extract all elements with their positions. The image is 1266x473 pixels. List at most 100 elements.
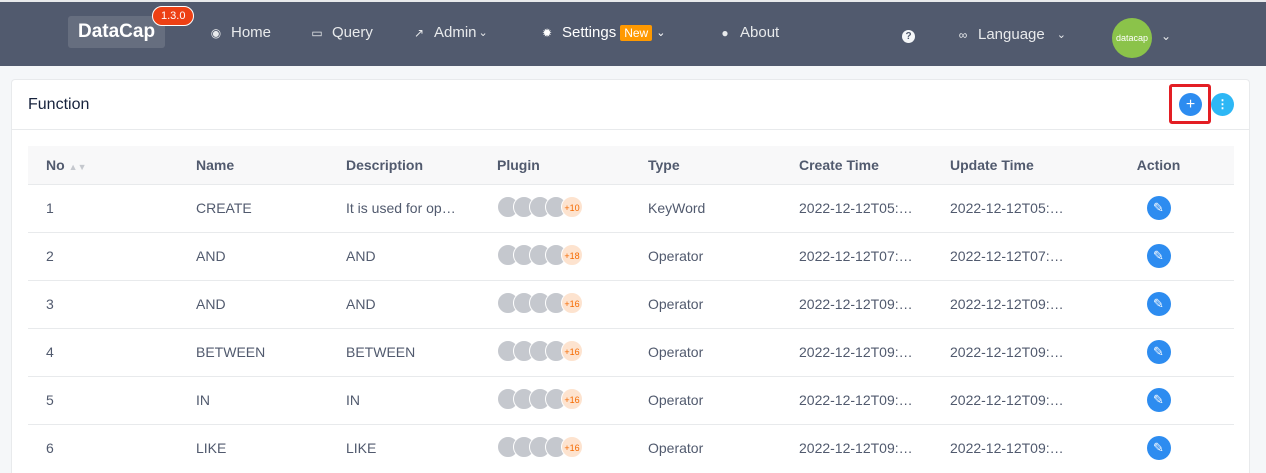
column-header-description: Description [346, 156, 424, 173]
cell-plugin: +10 [479, 184, 630, 232]
edit-icon[interactable]: ✎ [1146, 196, 1171, 220]
cell-update-time: 2022-12-12T09:… [950, 392, 1064, 408]
function-card: Function + ⋮ No ▲▼ Name Description Plugi… [11, 79, 1250, 473]
nav-admin-label: Admin [434, 24, 477, 41]
avatar[interactable]: datacap [1112, 18, 1152, 58]
column-header-no[interactable]: No ▲▼ [28, 146, 178, 184]
cell-type: Operator [648, 440, 704, 457]
table-row: 6 LIKE LIKE +16 Operator 2022-12-12T09:… 2022-… [28, 424, 1234, 472]
column-header-plugin: Plugin [497, 156, 540, 173]
table-row: 1 CREATE It is used for op… +10 KeyWord 2022-… [28, 184, 1234, 232]
plugin-avatar-group[interactable]: +16 [497, 339, 583, 362]
cell-plugin: +18 [479, 232, 630, 280]
cell-name: AND [196, 296, 226, 312]
cell-type: Operator [648, 248, 704, 264]
cell-action: ✎ [1083, 376, 1234, 424]
cell-no: 5 [46, 392, 54, 408]
page-title: Function [28, 96, 90, 113]
column-header-type: Type [648, 156, 680, 173]
cell-plugin: +16 [479, 376, 630, 424]
cell-name: LIKE [196, 440, 227, 457]
plugin-more-count: +10 [561, 195, 583, 218]
cell-description: IN [346, 392, 360, 408]
cell-name: AND [196, 248, 226, 264]
cell-create-time: 2022-12-12T09:… [799, 296, 913, 312]
cell-description: BETWEEN [346, 344, 416, 360]
cell-name: IN [196, 392, 210, 408]
edit-icon[interactable]: ✎ [1146, 340, 1171, 364]
more-options-button[interactable]: ⋮ [1211, 93, 1234, 116]
cell-action: ✎ [1083, 424, 1234, 472]
cell-create-time: 2022-12-12T09:… [799, 392, 913, 408]
cell-action: ✎ [1083, 232, 1234, 280]
cell-no: 6 [46, 440, 54, 457]
table-header-row: No ▲▼ Name Description Plugin Type Create… [28, 146, 1234, 184]
plugin-avatar-group[interactable]: +16 [497, 291, 583, 314]
cell-action: ✎ [1083, 280, 1234, 328]
cell-plugin: +16 [479, 424, 630, 472]
logo[interactable]: DataCap [68, 16, 166, 48]
hammer-icon: ↗ [413, 25, 425, 40]
cell-plugin: +16 [479, 280, 630, 328]
cell-no: 4 [46, 344, 54, 360]
cell-type: KeyWord [648, 200, 706, 216]
edit-icon[interactable]: ✎ [1146, 436, 1171, 461]
plugin-more-count: +16 [561, 339, 583, 362]
function-table: No ▲▼ Name Description Plugin Type Create… [28, 146, 1234, 472]
cell-no: 1 [46, 200, 54, 216]
cell-update-time: 2022-12-12T09:… [950, 296, 1064, 312]
nav-settings[interactable]: ✹ Settings New ⌄ [540, 24, 665, 41]
plugin-more-count: +16 [561, 435, 583, 458]
chevron-down-icon: ⌄ [478, 27, 488, 39]
table-row: 5 IN IN +16 Operator 2022-12-12T09:… 2022-12-1… [28, 376, 1234, 424]
cell-create-time: 2022-12-12T09:… [799, 344, 913, 360]
cell-no: 3 [46, 296, 54, 312]
column-header-create-time: Create Time [799, 156, 879, 173]
edit-icon[interactable]: ✎ [1146, 292, 1171, 316]
column-header-action: Action [1136, 156, 1181, 173]
nav-home-label: Home [231, 24, 272, 41]
plugin-more-count: +16 [561, 291, 583, 314]
cell-type: Operator [648, 392, 704, 408]
cell-description: It is used for op… [346, 200, 456, 216]
plugin-avatar-group[interactable]: +16 [497, 435, 583, 458]
plugin-more-count: +18 [561, 243, 583, 266]
column-header-update-time: Update Time [950, 156, 1034, 173]
table-row: 2 AND AND +18 Operator 2022-12-12T07:… 2022-12… [28, 232, 1234, 280]
nav-about[interactable]: ● About [718, 24, 779, 41]
edit-icon[interactable]: ✎ [1146, 244, 1171, 268]
nav-admin[interactable]: ↗ Admin ⌄ [412, 24, 488, 41]
gear-icon: ✹ [541, 25, 553, 40]
language-selector[interactable]: ∞ Language ⌄ [956, 26, 1066, 43]
plugin-avatar-group[interactable]: +10 [497, 195, 583, 218]
version-badge: 1.3.0 [152, 6, 195, 26]
new-badge: New [620, 24, 653, 41]
edit-icon[interactable]: ✎ [1146, 388, 1171, 412]
plugin-avatar-group[interactable]: +18 [497, 243, 583, 266]
cell-description: AND [346, 248, 376, 264]
window-icon: ▭ [311, 25, 323, 40]
nav-query-label: Query [332, 24, 373, 41]
cell-create-time: 2022-12-12T09:… [799, 440, 913, 457]
infinity-icon: ∞ [958, 27, 968, 42]
table-row: 3 AND AND +16 Operator 2022-12-12T09:… 2022-12… [28, 280, 1234, 328]
add-function-button[interactable]: + [1179, 93, 1202, 116]
plugin-avatar-group[interactable]: +16 [497, 387, 583, 410]
cell-create-time: 2022-12-12T07:… [799, 248, 913, 264]
chevron-down-icon: ⌄ [656, 27, 666, 39]
cell-action: ✎ [1083, 184, 1234, 232]
cell-create-time: 2022-12-12T05:… [799, 200, 913, 216]
cell-name: CREATE [196, 200, 252, 216]
cell-update-time: 2022-12-12T07:… [950, 248, 1064, 264]
nav-home[interactable]: ◉ Home [209, 24, 271, 41]
chevron-down-icon[interactable]: ⌄ [1161, 29, 1171, 43]
help-icon[interactable]: ? [902, 30, 915, 43]
cell-action: ✎ [1083, 328, 1234, 376]
sort-icon[interactable]: ▲▼ [69, 162, 87, 172]
cell-description: AND [346, 296, 376, 312]
nav-query[interactable]: ▭ Query [310, 24, 373, 41]
cell-type: Operator [648, 344, 704, 360]
cell-update-time: 2022-12-12T09:… [950, 344, 1064, 360]
table-row: 4 BETWEEN BETWEEN +16 Operator 2022-12-12T09:… [28, 328, 1234, 376]
plugin-more-count: +16 [561, 387, 583, 410]
